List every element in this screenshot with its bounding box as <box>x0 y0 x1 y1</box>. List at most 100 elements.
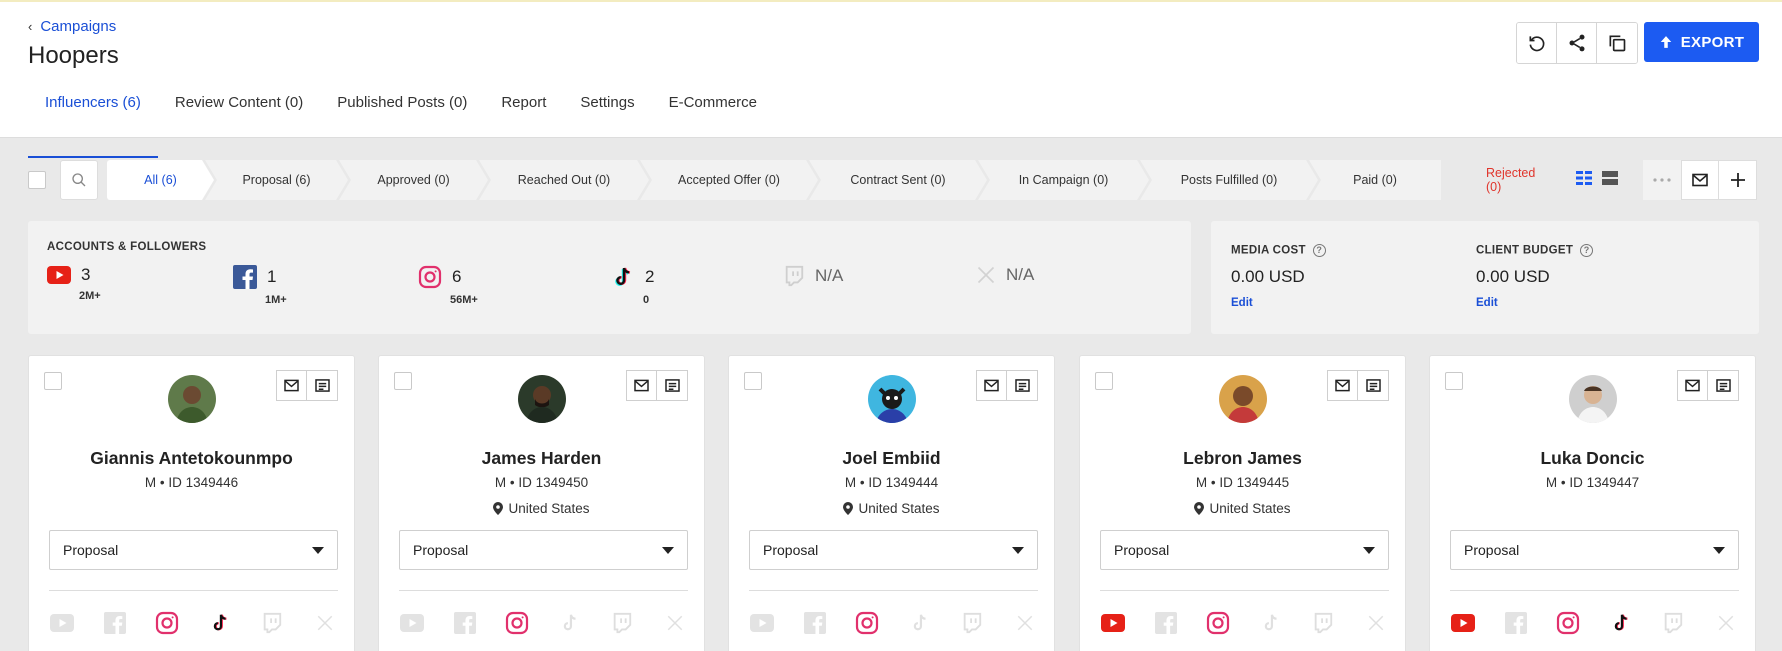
location-label: United States <box>858 501 940 516</box>
budget-panel: MEDIA COST? 0.00 USD Edit CLIENT BUDGET?… <box>1211 221 1759 334</box>
stage-proposal[interactable]: Proposal (6) <box>205 160 348 200</box>
mail-icon <box>1335 379 1350 392</box>
influencer-name[interactable]: James Harden <box>379 448 704 469</box>
youtube-icon[interactable] <box>1100 612 1126 634</box>
stage-rejected[interactable]: Rejected (0) <box>1486 160 1535 200</box>
email-button[interactable] <box>1677 370 1708 401</box>
card-checkbox[interactable] <box>1095 372 1113 390</box>
twitch-icon <box>785 265 804 287</box>
page-header: ‹ Campaigns Hoopers EXPORT Influencers (… <box>0 2 1782 158</box>
influencer-card[interactable]: Giannis Antetokounmpo M • ID 1349446 Pro… <box>28 355 355 651</box>
email-button[interactable] <box>1327 370 1358 401</box>
breadcrumb[interactable]: ‹ Campaigns <box>28 18 116 35</box>
tab-settings[interactable]: Settings <box>563 88 651 138</box>
notes-button[interactable] <box>1358 370 1389 401</box>
stage-select[interactable]: Proposal <box>49 530 338 570</box>
influencer-card[interactable]: James Harden M • ID 1349450 United State… <box>378 355 705 651</box>
view-toggle <box>1576 170 1618 186</box>
instagram-icon[interactable] <box>1555 611 1581 635</box>
media-cost-title: MEDIA COST? <box>1231 244 1326 257</box>
card-checkbox[interactable] <box>44 372 62 390</box>
influencer-name[interactable]: Giannis Antetokounmpo <box>29 448 354 469</box>
divider <box>49 590 338 591</box>
add-influencer-button[interactable] <box>1719 160 1757 200</box>
tab-review-content[interactable]: Review Content (0) <box>158 88 320 138</box>
email-button[interactable] <box>626 370 657 401</box>
stage-posts-fulfilled[interactable]: Posts Fulfilled (0) <box>1140 160 1318 200</box>
tab-e-commerce[interactable]: E-Commerce <box>652 88 774 138</box>
instagram-icon[interactable] <box>854 611 880 635</box>
stage-select[interactable]: Proposal <box>399 530 688 570</box>
tiktok-icon[interactable] <box>207 612 233 634</box>
stage-in-campaign[interactable]: In Campaign (0) <box>978 160 1149 200</box>
avatar <box>168 375 216 423</box>
search-button[interactable] <box>60 160 98 200</box>
twitch-icon <box>1310 612 1336 634</box>
tiktok-icon <box>557 612 583 634</box>
influencer-name[interactable]: Joel Embiid <box>729 448 1054 469</box>
influencer-card[interactable]: Joel Embiid M • ID 1349444 United States… <box>728 355 1055 651</box>
more-icon <box>1653 178 1671 182</box>
notes-button[interactable] <box>657 370 688 401</box>
stage-accepted-offer[interactable]: Accepted Offer (0) <box>640 160 818 200</box>
tiktok-count: 2 <box>645 267 655 286</box>
card-checkbox[interactable] <box>1445 372 1463 390</box>
media-cost-edit-link[interactable]: Edit <box>1231 297 1253 309</box>
stage-reached-out[interactable]: Reached Out (0) <box>479 160 649 200</box>
social-icons <box>49 611 338 635</box>
tiktok-icon[interactable] <box>1608 612 1634 634</box>
email-button[interactable] <box>276 370 307 401</box>
influencer-card[interactable]: Luka Doncic M • ID 1349447 Proposal <box>1429 355 1756 651</box>
notes-button[interactable] <box>1007 370 1038 401</box>
facebook-count: 1 <box>267 267 277 286</box>
notes-button[interactable] <box>1708 370 1739 401</box>
stage-paid[interactable]: Paid (0) <box>1309 160 1441 200</box>
mail-icon <box>1692 173 1708 187</box>
card-checkbox[interactable] <box>744 372 762 390</box>
tiktok-icon <box>1258 612 1284 634</box>
tab-bar: Influencers (6) Review Content (0) Publi… <box>28 88 774 158</box>
duplicate-button[interactable] <box>1597 23 1637 63</box>
stage-select[interactable]: Proposal <box>749 530 1038 570</box>
tab-influencers[interactable]: Influencers (6) <box>28 88 158 158</box>
refresh-button[interactable] <box>1517 23 1557 63</box>
select-all-checkbox[interactable] <box>28 171 46 189</box>
card-checkbox[interactable] <box>394 372 412 390</box>
divider <box>399 590 688 591</box>
instagram-icon[interactable] <box>1205 611 1231 635</box>
page-title: Hoopers <box>28 42 119 69</box>
influencer-name[interactable]: Lebron James <box>1080 448 1405 469</box>
stage-select[interactable]: Proposal <box>1100 530 1389 570</box>
twitch-count: N/A <box>815 266 844 285</box>
youtube-icon[interactable] <box>1450 612 1476 634</box>
bulk-email-button[interactable] <box>1681 160 1719 200</box>
export-button[interactable]: EXPORT <box>1644 22 1759 62</box>
instagram-icon[interactable] <box>504 611 530 635</box>
stage-approved[interactable]: Approved (0) <box>339 160 488 200</box>
stage-select[interactable]: Proposal <box>1450 530 1739 570</box>
influencer-card[interactable]: Lebron James M • ID 1349445 United State… <box>1079 355 1406 651</box>
more-button[interactable] <box>1643 160 1681 200</box>
grid-view-icon[interactable] <box>1576 170 1592 186</box>
stage-contract-sent[interactable]: Contract Sent (0) <box>809 160 987 200</box>
email-button[interactable] <box>976 370 1007 401</box>
caret-down-icon <box>1012 546 1024 554</box>
x-icon <box>977 266 995 284</box>
tab-published-posts[interactable]: Published Posts (0) <box>320 88 484 138</box>
stage-all[interactable]: All (6) <box>107 160 214 200</box>
instagram-icon[interactable] <box>154 611 180 635</box>
breadcrumb-campaigns-link[interactable]: Campaigns <box>40 18 116 35</box>
share-button[interactable] <box>1557 23 1597 63</box>
influencer-name[interactable]: Luka Doncic <box>1430 448 1755 469</box>
tab-report[interactable]: Report <box>484 88 563 138</box>
list-view-icon[interactable] <box>1602 170 1618 186</box>
divider <box>749 590 1038 591</box>
notes-button[interactable] <box>307 370 338 401</box>
youtube-count: 3 <box>81 265 91 284</box>
location-label: United States <box>1209 501 1291 516</box>
account-twitch: N/A <box>783 265 843 287</box>
help-icon[interactable]: ? <box>1312 244 1326 257</box>
help-icon[interactable]: ? <box>1580 244 1594 257</box>
account-x: N/A <box>976 265 1034 285</box>
client-budget-edit-link[interactable]: Edit <box>1476 297 1498 309</box>
